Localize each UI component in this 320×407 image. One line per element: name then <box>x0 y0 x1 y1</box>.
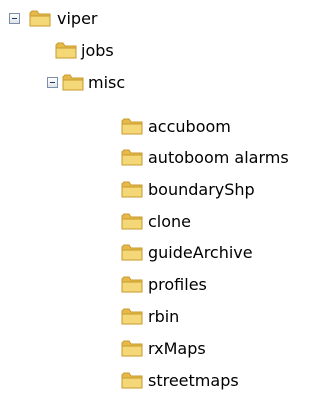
tree-node-boundaryshp[interactable]: boundaryShp <box>121 175 311 207</box>
tree-node-label: misc <box>88 73 126 92</box>
tree-node-autoboom-alarms[interactable]: autoboom alarms <box>121 143 316 175</box>
tree-node-label: rbin <box>148 307 180 326</box>
tree-node-streetmaps[interactable]: streetmaps <box>121 366 311 398</box>
folder-tree: viper jobs misc accuboom autoboom alarms <box>0 0 318 407</box>
folder-icon <box>121 118 143 135</box>
tree-node-profiles[interactable]: profiles <box>121 270 311 302</box>
tree-node-rbin[interactable]: rbin <box>121 302 311 334</box>
tree-node-label: profiles <box>148 275 207 294</box>
tree-node-misc[interactable]: misc <box>47 68 198 100</box>
folder-icon <box>62 74 84 91</box>
folder-icon <box>29 10 51 27</box>
tree-node-rxmaps[interactable]: rxMaps <box>121 334 311 366</box>
tree-node-jobs[interactable]: jobs <box>48 36 198 68</box>
folder-icon <box>121 181 143 198</box>
folder-icon <box>121 149 143 166</box>
tree-node-accuboom[interactable]: accuboom <box>121 112 311 144</box>
tree-node-viper[interactable]: viper <box>9 4 159 36</box>
folder-icon <box>55 42 77 59</box>
tree-node-label: rxMaps <box>148 339 206 358</box>
folder-icon <box>121 340 143 357</box>
tree-node-label: streetmaps <box>148 371 239 390</box>
collapse-toggle-icon[interactable] <box>47 77 58 88</box>
tree-node-label: autoboom alarms <box>148 148 289 167</box>
folder-icon <box>121 276 143 293</box>
tree-node-label: guideArchive <box>148 243 253 262</box>
tree-node-label: accuboom <box>148 117 231 136</box>
folder-icon <box>121 372 143 389</box>
folder-icon <box>121 244 143 261</box>
folder-icon <box>121 308 143 325</box>
folder-icon <box>121 213 143 230</box>
tree-node-label: clone <box>148 212 192 231</box>
tree-node-label: viper <box>57 9 98 28</box>
tree-node-label: jobs <box>81 41 114 60</box>
collapse-toggle-icon[interactable] <box>9 13 20 24</box>
tree-node-label: boundaryShp <box>148 180 255 199</box>
tree-node-clone[interactable]: clone <box>121 207 311 239</box>
tree-node-guidearchive[interactable]: guideArchive <box>121 238 311 270</box>
